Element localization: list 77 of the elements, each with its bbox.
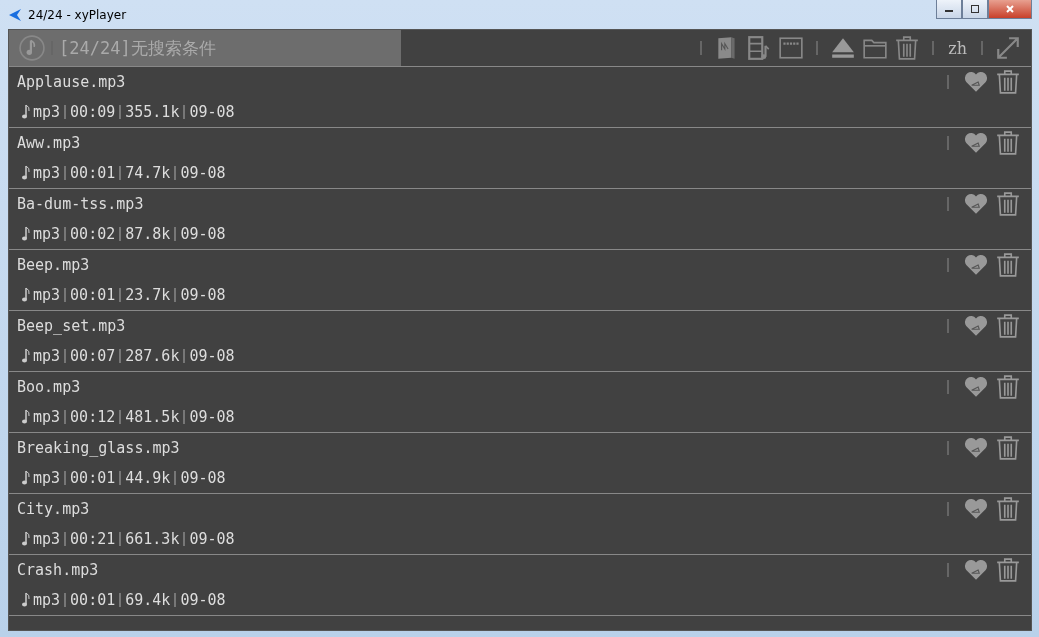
track-format: mp3 (33, 469, 61, 487)
track-name[interactable]: City.mp3 (17, 500, 90, 518)
track-duration: 00:07 (70, 347, 116, 365)
track-duration: 00:12 (70, 408, 116, 426)
track-duration: 00:09 (70, 103, 116, 121)
trash-icon[interactable] (995, 313, 1021, 339)
language-button[interactable]: zh (946, 38, 969, 58)
track-size: 661.3k (125, 530, 180, 548)
track-duration: 00:01 (70, 591, 116, 609)
trash-icon[interactable] (995, 130, 1021, 156)
music-note-icon (21, 287, 31, 303)
track-name[interactable]: Boo.mp3 (17, 378, 81, 396)
track-format: mp3 (33, 530, 61, 548)
track-name[interactable]: Beep_set.mp3 (17, 317, 126, 335)
expand-icon[interactable] (995, 35, 1021, 61)
track-date: 09-08 (180, 591, 226, 609)
track-date: 09-08 (180, 164, 226, 182)
trash-icon[interactable] (894, 35, 921, 61)
track-duration: 00:02 (70, 225, 116, 243)
music-note-icon (21, 470, 31, 486)
track-date: 09-08 (189, 530, 235, 548)
music-note-icon (21, 409, 31, 425)
minimize-button[interactable] (936, 0, 962, 19)
track-name[interactable]: Beep.mp3 (17, 256, 90, 274)
search-field[interactable]: [24/24]无搜索条件 (59, 38, 401, 58)
app-icon (8, 7, 22, 22)
music-note-icon (21, 165, 31, 181)
track-format: mp3 (33, 286, 61, 304)
track-format: mp3 (33, 408, 61, 426)
music-note-icon (21, 531, 31, 547)
trash-icon[interactable] (995, 557, 1021, 583)
music-note-icon (21, 348, 31, 364)
music-disc-icon (19, 35, 45, 61)
track-duration: 00:01 (70, 164, 116, 182)
maximize-icon (970, 4, 980, 14)
track-size: 23.7k (125, 286, 171, 304)
track-size: 481.5k (125, 408, 180, 426)
track-name[interactable]: Crash.mp3 (17, 561, 99, 579)
track-size: 74.7k (125, 164, 171, 182)
track-date: 09-08 (180, 286, 226, 304)
window-title: 24/24 - xyPlayer (28, 7, 127, 22)
music-note-icon (21, 592, 31, 608)
track-size: 355.1k (125, 103, 180, 121)
maximize-button[interactable] (962, 0, 988, 19)
track-duration: 00:21 (70, 530, 116, 548)
trash-icon[interactable] (995, 435, 1021, 461)
track-format: mp3 (33, 591, 61, 609)
close-button[interactable] (988, 0, 1032, 19)
track-date: 09-08 (189, 347, 235, 365)
track-size: 287.6k (125, 347, 180, 365)
music-note-icon (21, 226, 31, 242)
trash-icon[interactable] (995, 252, 1021, 278)
track-duration: 00:01 (70, 469, 116, 487)
track-format: mp3 (33, 347, 61, 365)
trash-icon[interactable] (995, 69, 1021, 95)
track-date: 09-08 (189, 103, 235, 121)
track-date: 09-08 (180, 469, 226, 487)
search-box[interactable]: [24/24]无搜索条件 (9, 30, 401, 66)
track-size: 87.8k (125, 225, 171, 243)
track-date: 09-08 (189, 408, 235, 426)
window-icon[interactable] (778, 35, 805, 61)
track-format: mp3 (33, 225, 61, 243)
track-name[interactable]: Breaking_glass.mp3 (17, 439, 180, 457)
track-name[interactable]: Applause.mp3 (17, 73, 126, 91)
close-icon (1005, 4, 1015, 14)
track-size: 69.4k (125, 591, 171, 609)
track-name[interactable]: Ba-dum-tss.mp3 (17, 195, 144, 213)
music-note-icon (21, 104, 31, 120)
trash-icon[interactable] (995, 496, 1021, 522)
trash-icon[interactable] (995, 374, 1021, 400)
track-format: mp3 (33, 103, 61, 121)
track-size: 44.9k (125, 469, 171, 487)
trash-icon[interactable] (995, 191, 1021, 217)
track-format: mp3 (33, 164, 61, 182)
track-name[interactable]: Aww.mp3 (17, 134, 81, 152)
track-duration: 00:01 (70, 286, 116, 304)
track-date: 09-08 (180, 225, 226, 243)
